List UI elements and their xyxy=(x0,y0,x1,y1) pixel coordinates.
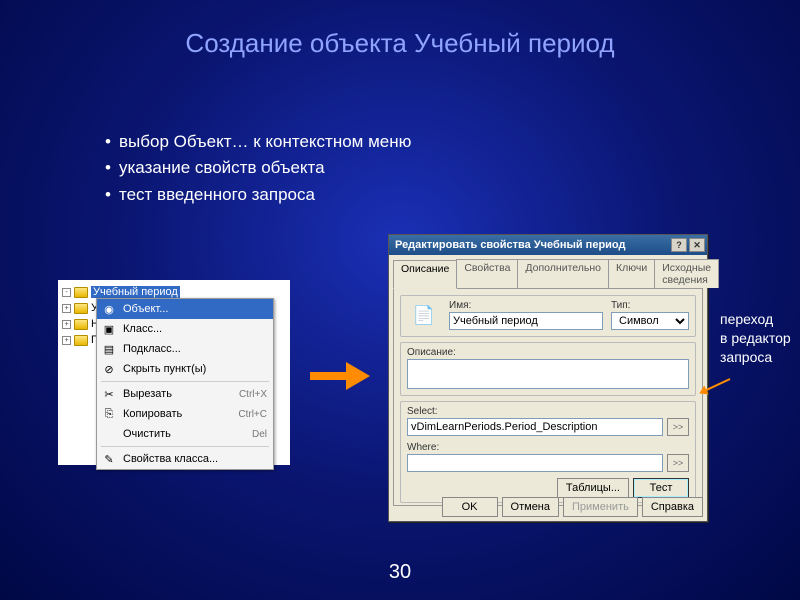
close-button[interactable]: ✕ xyxy=(689,238,705,252)
copy-icon: ⎘ xyxy=(101,408,117,421)
description-label: Описание: xyxy=(407,347,689,358)
tab-properties[interactable]: Свойства xyxy=(456,259,518,288)
tab-additional[interactable]: Дополнительно xyxy=(517,259,609,288)
menu-item-hide[interactable]: ⊘ Скрыть пункт(ы) xyxy=(97,359,273,379)
object-type-icon: 📄 xyxy=(407,300,441,330)
menu-separator xyxy=(101,381,269,382)
bullet-item: выбор Объект… к контекстном меню xyxy=(105,129,411,155)
name-group: 📄 Имя: Тип: Символ xyxy=(400,295,696,337)
tab-strip: Описание Свойства Дополнительно Ключи Ис… xyxy=(389,255,707,288)
dialog-titlebar[interactable]: Редактировать свойства Учебный период ? … xyxy=(389,235,707,255)
menu-item-label: Класс... xyxy=(123,323,267,335)
name-input[interactable] xyxy=(449,312,603,330)
dialog-title: Редактировать свойства Учебный период xyxy=(395,239,625,251)
tree-panel: - Учебный период + Уче + Нап + Пок ◉ Объ… xyxy=(58,280,290,465)
cancel-button[interactable]: Отмена xyxy=(502,497,559,517)
tab-source[interactable]: Исходные сведения xyxy=(654,259,719,288)
expander-icon[interactable]: + xyxy=(62,336,71,345)
where-label: Where: xyxy=(407,442,689,453)
object-icon: ◉ xyxy=(101,303,117,316)
context-menu: ◉ Объект... ▣ Класс... ▤ Подкласс... ⊘ С… xyxy=(96,298,274,470)
menu-item-label: Копировать xyxy=(123,408,232,420)
hide-icon: ⊘ xyxy=(101,363,117,376)
help-button[interactable]: ? xyxy=(671,238,687,252)
folder-icon xyxy=(74,303,88,314)
dialog-button-row: OK Отмена Применить Справка xyxy=(393,497,703,517)
menu-item-label: Свойства класса... xyxy=(123,453,267,465)
type-select[interactable]: Символ xyxy=(611,312,689,330)
menu-item-cut[interactable]: ✂ Вырезать Ctrl+X xyxy=(97,384,273,404)
bullet-item: указание свойств объекта xyxy=(105,155,411,181)
slide-title: Создание объекта Учебный период xyxy=(0,0,800,59)
subclass-icon: ▤ xyxy=(101,343,117,356)
where-input[interactable] xyxy=(407,454,663,472)
help-button[interactable]: Справка xyxy=(642,497,703,517)
menu-item-class[interactable]: ▣ Класс... xyxy=(97,319,273,339)
menu-item-object[interactable]: ◉ Объект... xyxy=(97,299,273,319)
tab-keys[interactable]: Ключи xyxy=(608,259,655,288)
tree-item-label: Учебный период xyxy=(91,286,180,298)
annotation-text: переход в редактор запроса xyxy=(720,310,800,367)
description-textarea[interactable] xyxy=(407,359,689,389)
menu-item-label: Вырезать xyxy=(123,388,233,400)
menu-item-label: Объект... xyxy=(123,303,267,315)
menu-item-subclass[interactable]: ▤ Подкласс... xyxy=(97,339,273,359)
menu-item-copy[interactable]: ⎘ Копировать Ctrl+C xyxy=(97,404,273,424)
select-label: Select: xyxy=(407,406,689,417)
tab-description[interactable]: Описание xyxy=(393,260,457,289)
apply-button[interactable]: Применить xyxy=(563,497,638,517)
menu-separator xyxy=(101,446,269,447)
description-group: Описание: xyxy=(400,342,696,396)
menu-item-label: Скрыть пункт(ы) xyxy=(123,363,267,375)
tab-body: 📄 Имя: Тип: Символ Описание: Select: xyxy=(393,288,703,506)
expander-icon[interactable]: + xyxy=(62,304,71,313)
bullet-item: тест введенного запроса xyxy=(105,182,411,208)
tables-button[interactable]: Таблицы... xyxy=(557,478,629,498)
folder-icon xyxy=(74,335,88,346)
ok-button[interactable]: OK xyxy=(442,497,498,517)
arrow-right-icon xyxy=(310,362,370,390)
folder-icon xyxy=(74,319,88,330)
menu-item-class-props[interactable]: ✎ Свойства класса... xyxy=(97,449,273,469)
bullet-list: выбор Объект… к контекстном меню указани… xyxy=(65,129,411,208)
class-icon: ▣ xyxy=(101,323,117,336)
menu-item-label: Подкласс... xyxy=(123,343,267,355)
test-button[interactable]: Тест xyxy=(633,478,689,498)
menu-item-shortcut: Ctrl+C xyxy=(238,409,267,420)
menu-item-shortcut: Ctrl+X xyxy=(239,389,267,400)
menu-item-label: Очистить xyxy=(123,428,246,440)
page-number: 30 xyxy=(0,561,800,584)
select-group: Select: >> Where: >> Таблицы... Тест xyxy=(400,401,696,503)
type-label: Тип: xyxy=(611,300,689,311)
name-label: Имя: xyxy=(449,300,603,311)
select-edit-button[interactable]: >> xyxy=(667,418,689,436)
select-input[interactable] xyxy=(407,418,663,436)
menu-item-shortcut: Del xyxy=(252,429,267,440)
props-icon: ✎ xyxy=(101,453,117,466)
cut-icon: ✂ xyxy=(101,388,117,401)
where-edit-button[interactable]: >> xyxy=(667,454,689,472)
properties-dialog: Редактировать свойства Учебный период ? … xyxy=(388,234,708,522)
folder-icon xyxy=(74,287,88,298)
expander-icon[interactable]: - xyxy=(62,288,71,297)
menu-item-clear[interactable]: Очистить Del xyxy=(97,424,273,444)
expander-icon[interactable]: + xyxy=(62,320,71,329)
